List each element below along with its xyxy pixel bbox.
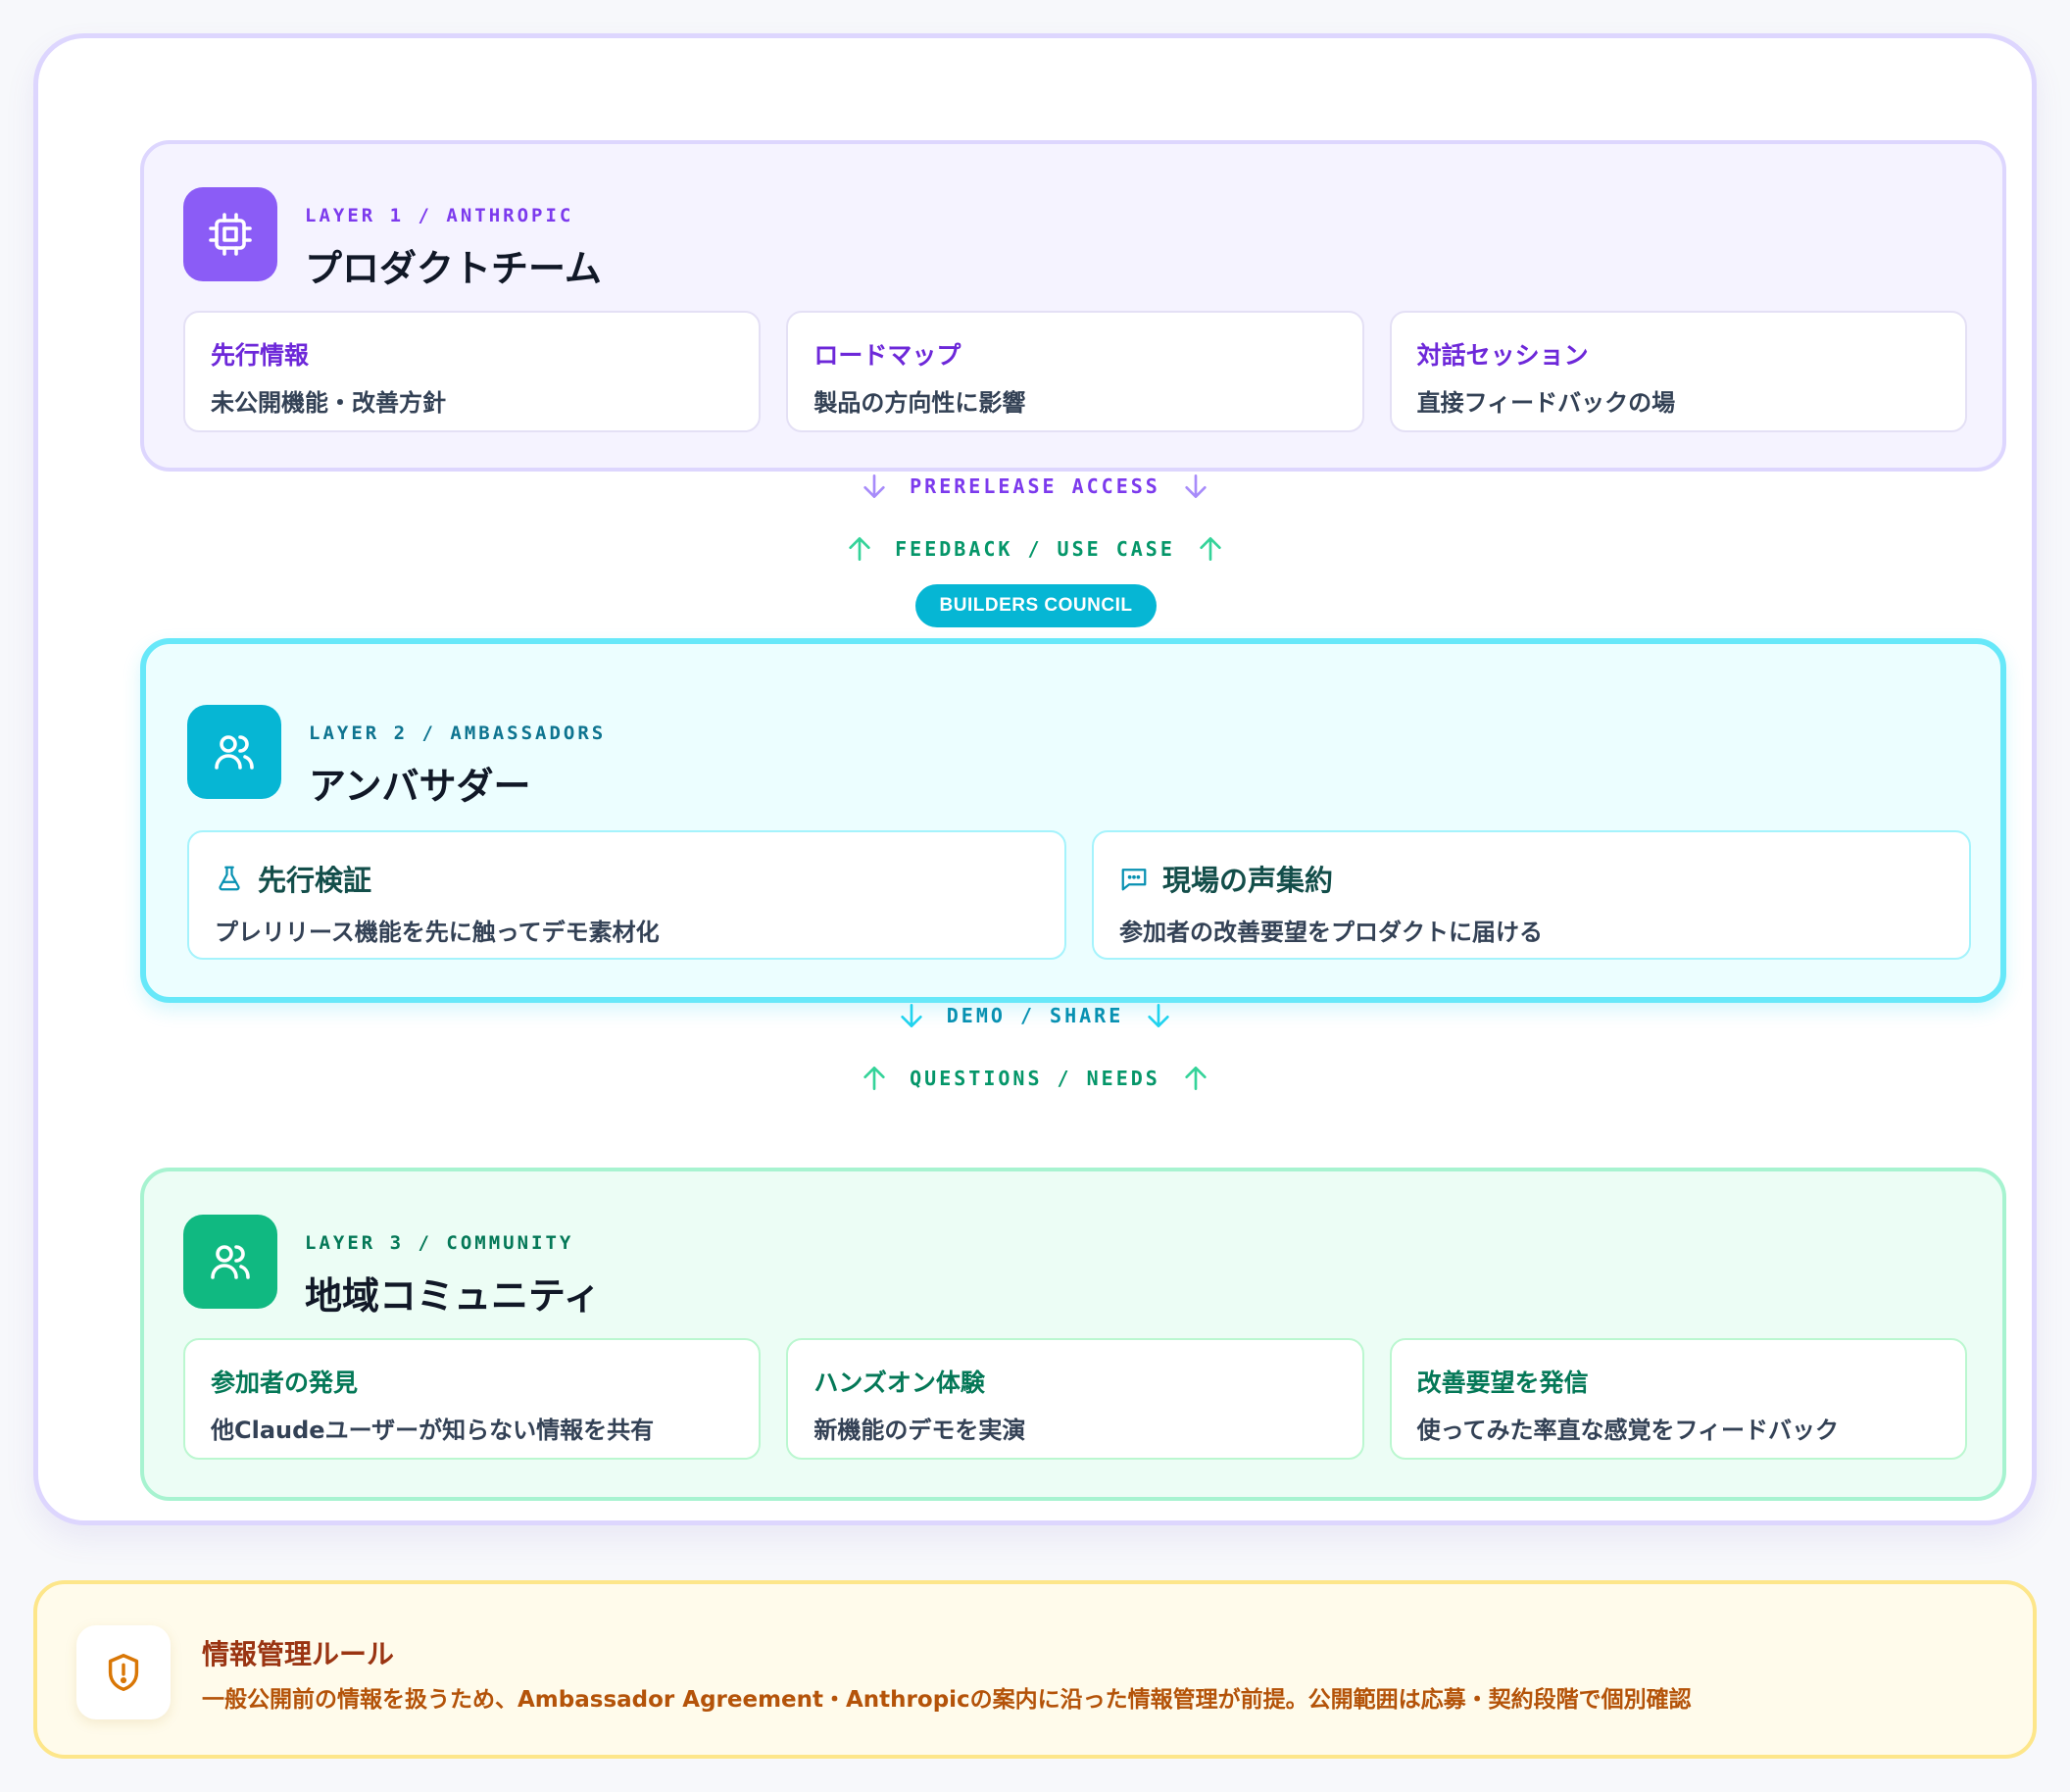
card-title: ハンズオン体験 [813,1369,985,1397]
users-icon [183,1215,277,1309]
layer-3-panel: LAYER 3 / COMMUNITY 地域コミュニティ 参加者の発見 他Cla… [140,1168,2006,1501]
flask-icon [219,866,240,891]
card-advance-info: 先行情報 未公開機能・改善方針 [183,311,762,432]
flow-label: DEMO / SHARE [946,1004,1124,1027]
layer-2-kicker: LAYER 2 / AMBASSADORS [309,722,607,744]
card-send-requests: 改善要望を発信 使ってみた率直な感覚をフィードバック [1389,1338,1967,1460]
arrow-up-icon [863,1067,885,1090]
card-desc: 他Claudeユーザーが知らない情報を共有 [211,1417,655,1444]
flow-label: PRERELEASE ACCESS [910,474,1160,498]
flow-feedback-use-case: FEEDBACK / USE CASE [0,533,2070,565]
info-management-rule: 情報管理ルール 一般公開前の情報を扱うため、Ambassador Agreeme… [33,1580,2037,1759]
flow-prerelease-access: PRERELEASE ACCESS [0,471,2070,502]
card-desc: 使ってみた率直な感覚をフィードバック [1416,1417,1839,1444]
card-roadmap: ロードマップ 製品の方向性に影響 [786,311,1364,432]
card-title: 改善要望を発信 [1416,1369,1589,1397]
layer-3-cards: 参加者の発見 他Claudeユーザーが知らない情報を共有 ハンズオン体験 新機能… [183,1338,1967,1460]
rule-title: 情報管理ルール [202,1638,395,1670]
card-field-voice: 現場の声集約 参加者の改善要望をプロダクトに届ける [1092,830,1971,960]
card-title-row: 現場の声集約 [1119,858,1944,899]
card-title: 先行情報 [211,341,310,370]
layer-2-panel: LAYER 2 / AMBASSADORS アンバサダー 先行検証 プレリリース… [140,638,2006,1003]
layer-3-kicker: LAYER 3 / COMMUNITY [305,1232,574,1254]
flow-label: QUESTIONS / NEEDS [910,1067,1160,1090]
card-title: 現場の声集約 [1162,864,1334,897]
message-icon [1121,869,1147,891]
card-title: ロードマップ [813,341,961,370]
card-hands-on: ハンズオン体験 新機能のデモを実演 [786,1338,1364,1460]
layer-1-kicker: LAYER 1 / ANTHROPIC [305,205,574,226]
arrow-up-icon [1185,1067,1207,1090]
card-desc: 製品の方向性に影響 [813,389,1026,417]
card-desc: プレリリース機能を先に触ってデモ素材化 [215,919,660,946]
card-title: 対話セッション [1416,341,1589,370]
card-desc: 新機能のデモを実演 [813,1417,1026,1444]
layer-1-cards: 先行情報 未公開機能・改善方針 ロードマップ 製品の方向性に影響 対話セッション… [183,311,1967,432]
arrow-down-icon [901,1003,922,1027]
card-participant-discovery: 参加者の発見 他Claudeユーザーが知らない情報を共有 [183,1338,762,1460]
arrow-up-icon [1200,537,1221,561]
builders-council-badge: BUILDERS COUNCIL [915,584,1157,627]
card-dialogue-session: 対話セッション 直接フィードバックの場 [1389,311,1967,432]
layer-3-title: 地域コミュニティ [305,1274,601,1318]
flow-label: FEEDBACK / USE CASE [895,537,1175,561]
card-desc: 直接フィードバックの場 [1416,389,1676,417]
card-title-row: 先行検証 [215,858,1039,899]
users-icon [187,705,281,799]
card-title: 先行検証 [258,864,372,897]
shield-alert-icon [76,1625,171,1719]
diagram-container: LAYER 1 / ANTHROPIC プロダクトチーム 先行情報 未公開機能・… [33,33,2037,1525]
card-title: 参加者の発見 [211,1369,359,1397]
arrow-down-icon [863,474,885,498]
card-desc: 参加者の改善要望をプロダクトに届ける [1119,919,1543,946]
flow-demo-share: DEMO / SHARE [0,1000,2070,1031]
layer-1-panel: LAYER 1 / ANTHROPIC プロダクトチーム 先行情報 未公開機能・… [140,140,2006,472]
card-desc: 未公開機能・改善方針 [211,389,446,417]
arrow-down-icon [1185,474,1207,498]
arrow-down-icon [1148,1003,1169,1027]
flow-questions-needs: QUESTIONS / NEEDS [0,1063,2070,1094]
card-early-validation: 先行検証 プレリリース機能を先に触ってデモ素材化 [187,830,1066,960]
layer-2-title: アンバサダー [309,765,531,808]
chip-icon [183,187,277,281]
rule-text: 一般公開前の情報を扱うため、Ambassador Agreement・Anthr… [202,1687,1692,1713]
arrow-up-icon [849,537,870,561]
layer-1-title: プロダクトチーム [305,247,602,290]
layer-2-cards: 先行検証 プレリリース機能を先に触ってデモ素材化 現場の声集約 参加者の改善要望… [187,830,1971,960]
